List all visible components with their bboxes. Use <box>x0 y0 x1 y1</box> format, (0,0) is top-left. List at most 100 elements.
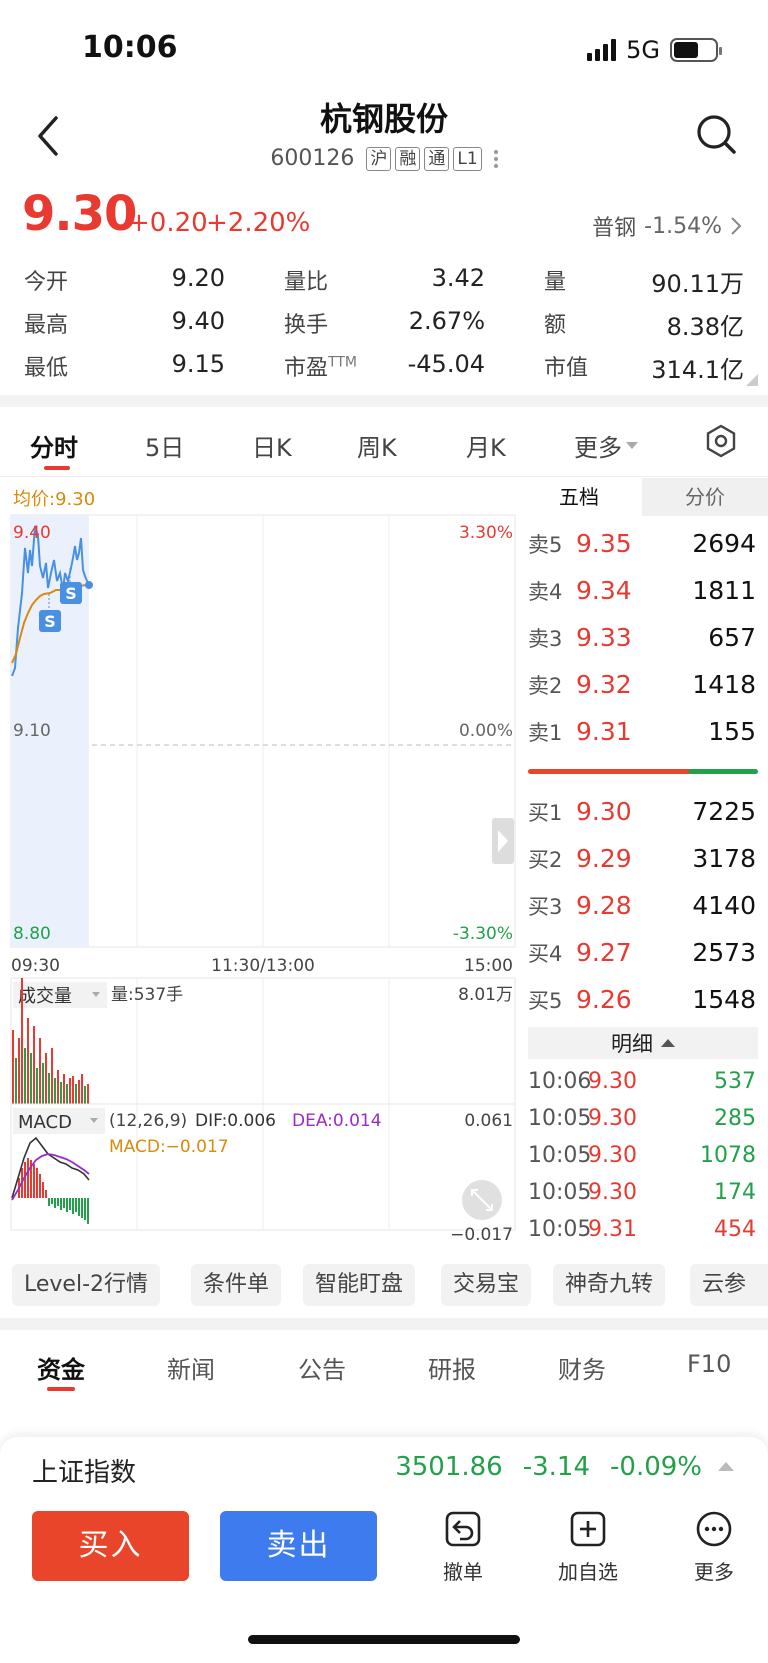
trade-time: 10:05 <box>528 1143 592 1168</box>
vol-value: 90.11万 <box>651 270 744 298</box>
cancel-order-label: 撤单 <box>443 1560 483 1584</box>
chart-settings-button[interactable] <box>704 424 738 462</box>
status-indicators: 5G <box>587 36 722 64</box>
bid-label: 买3 <box>528 894 563 919</box>
trade-detail-row: 10:05 9.30 1078 <box>516 1137 768 1174</box>
trade-volume: 537 <box>714 1069 756 1094</box>
news-tab-indicator <box>47 1387 75 1391</box>
index-value: 3501.86 <box>395 1452 503 1482</box>
ask-row[interactable]: 卖5 9.35 2694 <box>516 520 768 567</box>
order-book-tabs: 五档 分价 <box>516 478 768 516</box>
bid-row[interactable]: 买5 9.26 1548 <box>516 976 768 1023</box>
ask-row[interactable]: 卖3 9.33 657 <box>516 614 768 661</box>
sector-name: 普钢 <box>592 216 637 241</box>
turnover-label: 换手 <box>284 313 329 338</box>
macd-value: MACD:−0.017 <box>109 1137 229 1157</box>
trade-price: 9.31 <box>588 1217 637 1242</box>
tab-5day[interactable]: 5日 <box>145 428 184 463</box>
tool-level2[interactable]: Level-2行情 <box>12 1264 161 1306</box>
avg-price-label: 均价:9.30 <box>13 489 95 510</box>
price-change-pct: +2.20% <box>206 208 311 238</box>
vr-label: 量比 <box>284 270 329 295</box>
more-dots-circle-icon <box>696 1511 732 1547</box>
trade-volume: 174 <box>714 1180 756 1205</box>
ask-volume: 1418 <box>692 670 756 699</box>
expand-corner-icon[interactable] <box>746 374 758 386</box>
add-watchlist-button[interactable]: 加自选 <box>548 1510 628 1585</box>
sell-button[interactable]: 卖出 <box>220 1511 377 1581</box>
cancel-order-button[interactable]: 撤单 <box>423 1510 503 1585</box>
tool-magic-nine[interactable]: 神奇九转 <box>553 1264 666 1306</box>
detail-toggle[interactable]: 明细 <box>528 1027 758 1059</box>
ask-price: 9.34 <box>576 576 632 605</box>
ask-row[interactable]: 卖4 9.34 1811 <box>516 567 768 614</box>
volume-label: 成交量 <box>18 986 72 1007</box>
tool-conditional-order[interactable]: 条件单 <box>191 1264 282 1306</box>
search-button[interactable] <box>694 112 740 158</box>
section-divider <box>0 1318 768 1330</box>
buy-button[interactable]: 买入 <box>32 1511 189 1581</box>
bid-row[interactable]: 买3 9.28 4140 <box>516 882 768 929</box>
trade-time: 10:05 <box>528 1217 592 1242</box>
trade-volume: 454 <box>714 1217 756 1242</box>
bid-volume: 1548 <box>692 985 756 1014</box>
more-actions-button[interactable]: 更多 <box>674 1510 754 1585</box>
home-indicator[interactable] <box>248 1635 520 1644</box>
add-square-icon <box>570 1511 606 1547</box>
tab-intraday[interactable]: 分时 <box>30 428 78 463</box>
tab-news[interactable]: 新闻 <box>167 1350 215 1385</box>
bid-price: 9.29 <box>576 844 632 873</box>
caret-down-icon <box>626 442 638 449</box>
s-marker-2-label: S <box>65 584 77 603</box>
tab-announcements[interactable]: 公告 <box>298 1350 346 1385</box>
tab-capital[interactable]: 资金 <box>37 1350 85 1385</box>
index-name[interactable]: 上证指数 <box>32 1452 136 1489</box>
bid-volume: 3178 <box>692 844 756 873</box>
intraday-chart-svg: S S 均价:9.30 9.40 9.10 8.80 3.30% 0.00% -… <box>10 489 516 1245</box>
stock-code-row: 600126 沪 融 通 L1 <box>0 146 768 171</box>
bid-price: 9.27 <box>576 938 632 967</box>
tool-smart-watch[interactable]: 智能盯盘 <box>303 1264 416 1306</box>
tab-monthly-k[interactable]: 月K <box>466 428 506 463</box>
sector-change: -1.54% <box>644 213 722 239</box>
low-label: 最低 <box>24 356 69 381</box>
ask-label: 卖1 <box>528 720 563 745</box>
bid-price: 9.26 <box>576 985 632 1014</box>
dif-line <box>11 1136 90 1199</box>
tab-price-distribution[interactable]: 分价 <box>642 478 768 516</box>
bid-row[interactable]: 买4 9.27 2573 <box>516 929 768 976</box>
tab-more[interactable]: 更多 <box>574 428 638 463</box>
tab-f10[interactable]: F10 <box>687 1350 731 1378</box>
bid-row[interactable]: 买2 9.29 3178 <box>516 835 768 882</box>
tab-financials[interactable]: 财务 <box>558 1350 606 1385</box>
bid-row[interactable]: 买1 9.30 7225 <box>516 788 768 835</box>
y-low-label: 8.80 <box>13 924 51 944</box>
volume-max-label: 8.01万 <box>458 985 513 1005</box>
tool-cloud[interactable]: 云参 <box>690 1264 768 1306</box>
index-change: -3.14 <box>522 1452 591 1482</box>
s-marker-1-label: S <box>44 612 56 631</box>
trade-time: 10:06 <box>528 1069 592 1094</box>
ask-price: 9.32 <box>576 670 632 699</box>
caret-up-icon <box>661 1039 675 1047</box>
ask-row[interactable]: 卖1 9.31 155 <box>516 708 768 755</box>
tool-trade-treasure[interactable]: 交易宝 <box>441 1264 532 1306</box>
low-value: 9.15 <box>171 350 225 378</box>
ask-row[interactable]: 卖2 9.32 1418 <box>516 661 768 708</box>
pe-label: 市盈TTM <box>284 354 357 381</box>
tab-weekly-k[interactable]: 周K <box>357 428 397 463</box>
tab-research[interactable]: 研报 <box>428 1350 476 1385</box>
ask-volume: 155 <box>708 717 756 746</box>
more-dots-icon[interactable] <box>493 149 498 168</box>
tab-five-levels[interactable]: 五档 <box>516 478 642 516</box>
expand-up-icon[interactable] <box>718 1462 734 1471</box>
stock-code: 600126 <box>270 146 355 171</box>
stock-name: 杭钢股份 <box>319 100 448 138</box>
intraday-chart[interactable]: S S 均价:9.30 9.40 9.10 8.80 3.30% 0.00% -… <box>10 478 516 1248</box>
ask-label: 卖4 <box>528 579 563 604</box>
ask-label: 卖5 <box>528 532 563 557</box>
macd-min-label: −0.017 <box>450 1225 513 1245</box>
sector-link[interactable]: 普钢 -1.54% <box>592 210 742 242</box>
section-divider <box>0 395 768 407</box>
tab-daily-k[interactable]: 日K <box>252 428 292 463</box>
